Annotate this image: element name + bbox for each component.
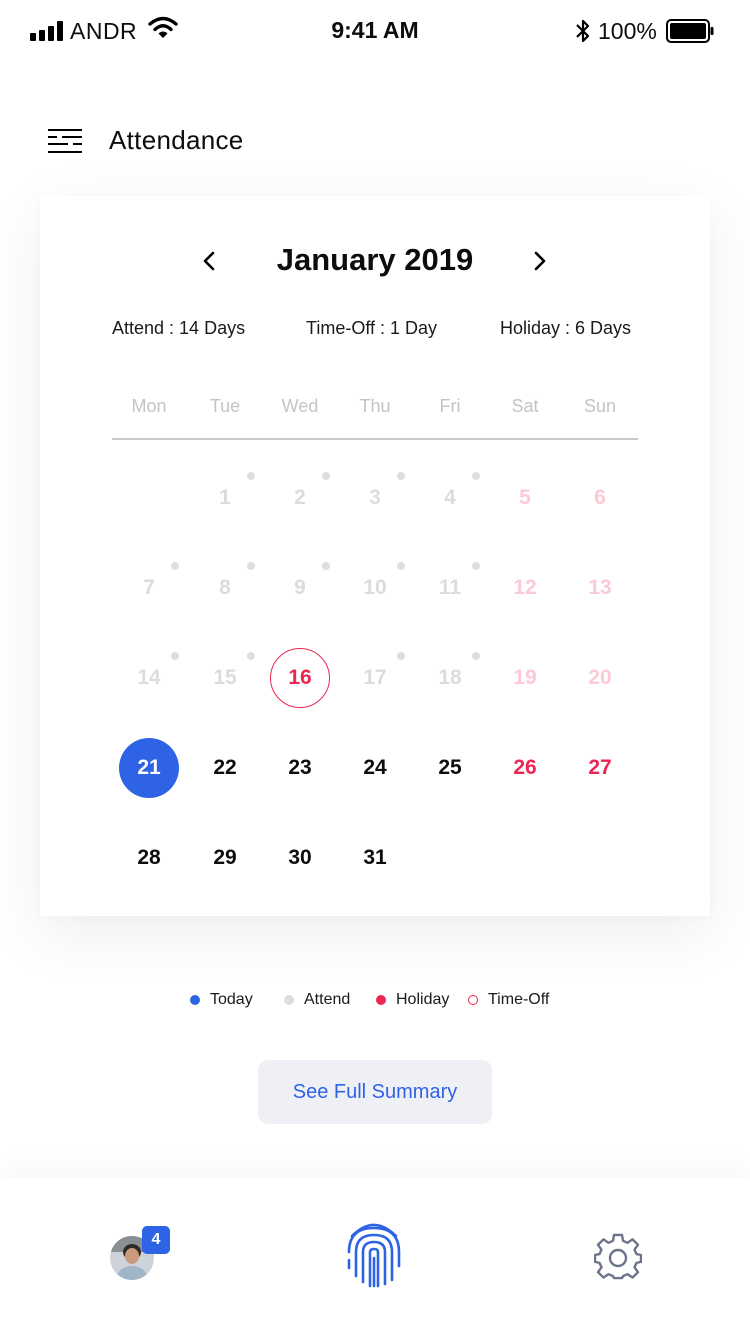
legend-item: Attend <box>284 988 350 1012</box>
attend-dot <box>472 652 480 660</box>
weekday-label: Wed <box>281 396 319 416</box>
calendar-day[interactable]: 19 <box>495 648 555 708</box>
attend-dot <box>397 652 405 660</box>
bluetooth-icon <box>576 19 590 43</box>
attend-dot <box>171 652 179 660</box>
battery-icon <box>666 19 714 43</box>
weekday-label: Fri <box>439 396 461 416</box>
calendar-day[interactable]: 29 <box>195 828 255 888</box>
battery-percentage: 100% <box>598 18 657 44</box>
legend-dot <box>376 995 386 1005</box>
menu-icon[interactable] <box>48 128 82 154</box>
calendar-day[interactable]: 24 <box>345 738 405 798</box>
chevron-right-icon[interactable] <box>524 246 554 276</box>
calendar-day[interactable]: 18 <box>420 648 480 708</box>
calendar-day[interactable]: 17 <box>345 648 405 708</box>
stat-attend: Attend : 14 Days <box>112 318 246 338</box>
calendar-day[interactable]: 27 <box>570 738 630 798</box>
legend-dot <box>284 995 294 1005</box>
calendar-day[interactable]: 4 <box>420 468 480 528</box>
tab-bar: 4 <box>0 1178 750 1334</box>
attend-dot <box>397 472 405 480</box>
attend-dot <box>247 562 255 570</box>
calendar-day[interactable]: 31 <box>345 828 405 888</box>
attend-dot <box>397 562 405 570</box>
month-navigation: January 2019 <box>40 240 710 284</box>
calendar-day[interactable]: 23 <box>270 738 330 798</box>
legend-item: Holiday <box>376 988 449 1012</box>
weekday-label: Sun <box>583 396 617 416</box>
legend-label: Holiday <box>396 991 450 1008</box>
calendar-day[interactable]: 15 <box>195 648 255 708</box>
attend-dot <box>322 472 330 480</box>
calendar-day[interactable]: 26 <box>495 738 555 798</box>
attend-dot <box>247 472 255 480</box>
notification-badge: 4 <box>142 1226 170 1254</box>
weekday-divider <box>112 438 638 440</box>
page-title: Attendance <box>109 125 244 155</box>
calendar-day[interactable]: 11 <box>420 558 480 618</box>
gear-icon[interactable] <box>594 1233 642 1281</box>
timeoff-date[interactable]: 16 <box>270 648 330 708</box>
stat-timeoff: Time-Off : 1 Day <box>306 318 438 338</box>
calendar-day[interactable]: 10 <box>345 558 405 618</box>
calendar-day[interactable]: 9 <box>270 558 330 618</box>
calendar-day[interactable]: 1 <box>195 468 255 528</box>
calendar-day[interactable]: 22 <box>195 738 255 798</box>
legend-label: Today <box>210 991 253 1008</box>
calendar-day[interactable]: 20 <box>570 648 630 708</box>
calendar-day[interactable]: 7 <box>119 558 179 618</box>
weekday-label: Tue <box>209 396 241 416</box>
status-bar: ANDR 9:41 AM 100% <box>0 0 750 62</box>
attend-dot <box>472 562 480 570</box>
month-title: January 2019 <box>276 242 474 277</box>
calendar-day[interactable]: 30 <box>270 828 330 888</box>
legend: Today Attend Holiday Time-Off <box>0 988 750 1012</box>
legend-label: Time-Off <box>488 991 550 1008</box>
header: Attendance <box>0 110 750 172</box>
legend-item: Today <box>190 988 253 1012</box>
attend-dot <box>322 562 330 570</box>
calendar-day[interactable]: 25 <box>420 738 480 798</box>
calendar-day[interactable]: 2 <box>270 468 330 528</box>
calendar-day[interactable]: 12 <box>495 558 555 618</box>
legend-dot <box>190 995 200 1005</box>
calendar-day[interactable]: 5 <box>495 468 555 528</box>
legend-dot <box>468 995 478 1005</box>
today-date[interactable]: 21 <box>119 738 179 798</box>
legend-item: Time-Off <box>468 988 549 1012</box>
calendar-day[interactable]: 13 <box>570 558 630 618</box>
calendar-day[interactable]: 28 <box>119 828 179 888</box>
stat-holiday: Holiday : 6 Days <box>500 318 632 338</box>
calendar-card: January 2019 Attend : 14 Days Time-Off :… <box>40 196 710 916</box>
calendar-day[interactable]: 14 <box>119 648 179 708</box>
weekday-label: Mon <box>131 396 167 416</box>
weekday-label: Sat <box>511 396 539 416</box>
calendar-day[interactable]: 6 <box>570 468 630 528</box>
attendance-stats: Attend : 14 Days Time-Off : 1 Day Holida… <box>40 318 710 344</box>
weekday-label: Thu <box>359 396 391 416</box>
attend-dot <box>171 562 179 570</box>
calendar-day[interactable]: 3 <box>345 468 405 528</box>
weekday-header: Mon Tue Wed Thu Fri Sat Sun <box>112 396 638 420</box>
calendar-day[interactable]: 8 <box>195 558 255 618</box>
see-full-summary-button[interactable]: See Full Summary <box>258 1060 492 1124</box>
fingerprint-icon[interactable] <box>344 1222 404 1288</box>
attend-dot <box>247 652 255 660</box>
legend-label: Attend <box>304 991 351 1008</box>
attend-dot <box>472 472 480 480</box>
